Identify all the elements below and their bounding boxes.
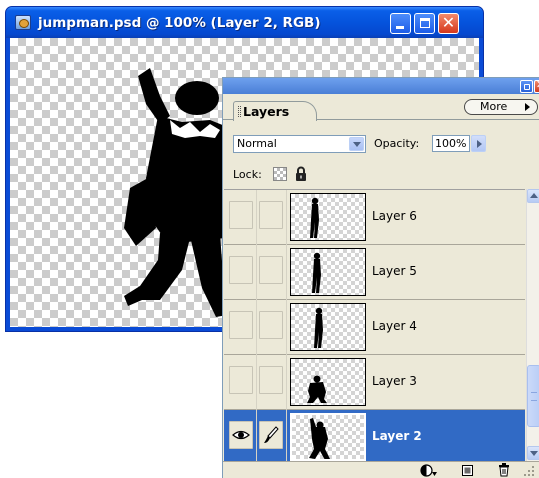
resize-grip-icon[interactable] <box>523 465 535 477</box>
tab-layers-label: Layers <box>243 104 290 119</box>
scroll-thumb[interactable] <box>527 365 539 427</box>
palette-close-button[interactable]: ✕ <box>534 78 539 93</box>
column-divider <box>256 355 257 410</box>
column-divider <box>256 190 257 245</box>
palette-minimize-icon <box>524 84 530 90</box>
link-toggle[interactable] <box>259 366 283 394</box>
chevron-down-icon[interactable] <box>349 137 364 151</box>
layer-row[interactable]: Layer 3 <box>224 355 525 410</box>
tab-layers[interactable]: Layers <box>233 101 317 121</box>
crouching-figure-icon <box>307 375 327 403</box>
visibility-toggle[interactable] <box>229 256 253 284</box>
tab-grip-icon[interactable] <box>238 106 241 117</box>
new-layer-icon[interactable] <box>462 465 473 476</box>
document-title: jumpman.psd @ 100% (Layer 2, RGB) <box>38 15 321 31</box>
layer-name: Layer 2 <box>372 429 422 443</box>
close-icon: ✕ <box>441 13 456 32</box>
column-divider <box>286 190 287 245</box>
document-titlebar[interactable]: jumpman.psd @ 100% (Layer 2, RGB) ✕ <box>6 7 483 38</box>
link-toggle[interactable] <box>259 311 283 339</box>
layers-palette[interactable]: ✕ Layers More Normal Opacity: 100% Lock: <box>222 77 539 478</box>
standing-figure-icon <box>314 307 323 348</box>
palette-minimize-button[interactable] <box>520 80 533 93</box>
layer-thumbnail[interactable] <box>290 193 366 241</box>
column-divider <box>256 300 257 355</box>
lock-label: Lock: <box>233 168 262 181</box>
column-divider <box>286 300 287 355</box>
layer-name: Layer 6 <box>372 209 417 223</box>
visibility-toggle[interactable] <box>229 421 253 449</box>
opacity-slider-button[interactable] <box>471 135 486 152</box>
more-arrow-icon <box>525 103 530 111</box>
layer-row[interactable]: Layer 2 <box>224 410 525 461</box>
palette-tab-row: Layers More <box>223 94 539 121</box>
layer-name: Layer 3 <box>372 374 417 388</box>
more-button-label: More <box>480 100 508 113</box>
opacity-label: Opacity: <box>374 137 420 150</box>
standing-figure-icon <box>312 252 321 293</box>
visibility-toggle[interactable] <box>229 366 253 394</box>
palette-titlebar[interactable]: ✕ <box>223 78 539 94</box>
minimize-button[interactable] <box>390 13 411 34</box>
link-toggle[interactable] <box>259 421 283 449</box>
standing-figure-icon <box>310 197 319 238</box>
visibility-toggle[interactable] <box>229 201 253 229</box>
layer-row[interactable]: Layer 5 <box>224 245 525 300</box>
opacity-value: 100% <box>435 137 467 150</box>
column-divider <box>256 410 257 461</box>
column-divider <box>286 245 287 300</box>
link-toggle[interactable] <box>259 256 283 284</box>
adjustment-layer-icon[interactable] <box>420 464 438 477</box>
more-button[interactable]: More <box>464 99 538 115</box>
column-divider <box>286 410 287 461</box>
close-button[interactable]: ✕ <box>438 13 459 34</box>
paintbrush-icon <box>264 426 279 443</box>
scroll-down-button[interactable] <box>527 446 539 460</box>
layers-list[interactable]: Layer 6 Layer 5 Layer 4 Layer 3 Layer 2 <box>224 189 525 461</box>
trash-icon[interactable] <box>498 463 510 477</box>
palette-footer <box>223 461 539 478</box>
blend-mode-select[interactable]: Normal <box>233 135 366 153</box>
link-toggle[interactable] <box>259 201 283 229</box>
column-divider <box>286 355 287 410</box>
layer-row[interactable]: Layer 6 <box>224 190 525 245</box>
column-divider <box>256 245 257 300</box>
minimize-icon <box>396 26 404 29</box>
lock-icon[interactable] <box>294 166 308 182</box>
blend-mode-value: Normal <box>237 137 277 150</box>
maximize-button[interactable] <box>414 13 435 34</box>
layer-name: Layer 5 <box>372 264 417 278</box>
layer-name: Layer 4 <box>372 319 417 333</box>
opacity-field[interactable]: 100% <box>432 135 470 152</box>
jumping-figure-icon <box>309 418 330 459</box>
layer-row[interactable]: Layer 4 <box>224 300 525 355</box>
lock-transparency-icon[interactable] <box>273 167 287 181</box>
layer-thumbnail[interactable] <box>290 413 366 461</box>
visibility-toggle[interactable] <box>229 311 253 339</box>
photoshop-document-icon <box>15 15 31 30</box>
layer-thumbnail[interactable] <box>290 248 366 296</box>
eye-icon <box>232 430 250 440</box>
layer-thumbnail[interactable] <box>290 358 366 406</box>
scroll-up-button[interactable] <box>527 189 539 203</box>
layers-scrollbar[interactable] <box>526 189 539 461</box>
maximize-icon <box>420 18 430 28</box>
layer-thumbnail[interactable] <box>290 303 366 351</box>
palette-close-icon: ✕ <box>535 78 539 91</box>
